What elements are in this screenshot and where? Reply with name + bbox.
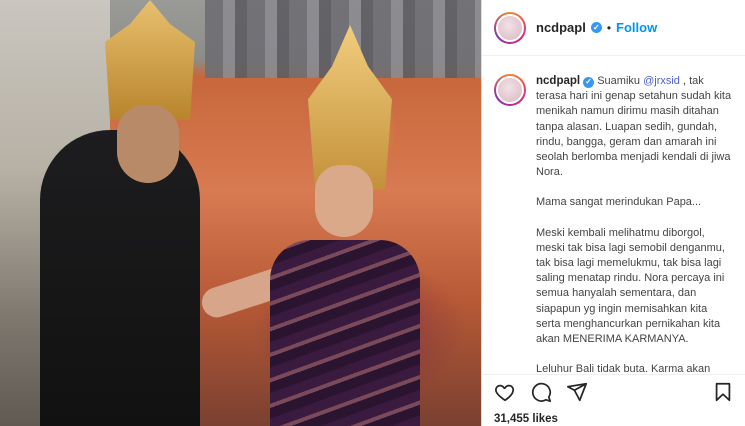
post-header: ncdpapl ✓ • Follow — [482, 0, 745, 56]
caption-text-1a: Suamiku — [594, 75, 644, 87]
post-actions: 31,455 likes — [482, 374, 745, 426]
caption-area: ncdpapl ✓ Suamiku @jrxsid , tak terasa h… — [482, 56, 745, 374]
caption-username[interactable]: ncdpapl — [536, 75, 580, 87]
caption-avatar[interactable] — [494, 74, 526, 106]
avatar[interactable] — [494, 11, 526, 44]
share-icon[interactable] — [566, 381, 588, 403]
caption-text-1b: , tak terasa hari ini genap setahun suda… — [536, 75, 732, 179]
photo-woman-dress — [270, 240, 420, 426]
avatar-image — [496, 13, 524, 42]
caption-text: ncdpapl ✓ Suamiku @jrxsid , tak terasa h… — [536, 74, 734, 374]
caption-verified-badge-icon: ✓ — [583, 76, 595, 88]
photo-man-crown — [105, 0, 195, 120]
post-photo[interactable] — [0, 0, 481, 426]
caption-paragraph-3: Meski kembali melihatmu diborgol, meski … — [536, 226, 725, 346]
caption-mention-link[interactable]: @jrxsid — [643, 75, 680, 87]
post-side-panel: ncdpapl ✓ • Follow ncdpapl ✓ Suamiku @jr… — [481, 0, 745, 426]
caption-avatar-image — [496, 76, 524, 104]
comment-icon[interactable] — [530, 381, 552, 403]
separator-dot: • — [606, 20, 612, 35]
header-username[interactable]: ncdpapl — [536, 20, 586, 35]
verified-badge-icon: ✓ — [590, 22, 602, 33]
photo-man-face — [117, 105, 179, 183]
photo-man-figure — [40, 130, 200, 426]
caption-paragraph-1: ncdpapl ✓ Suamiku @jrxsid , tak terasa h… — [536, 74, 734, 180]
bookmark-icon[interactable] — [712, 381, 734, 403]
action-icons-row — [494, 381, 734, 403]
heart-icon[interactable] — [494, 381, 516, 403]
follow-button[interactable]: Follow — [616, 20, 657, 35]
caption-paragraph-4: Leluhur Bali tidak buta. Karma akan — [536, 363, 711, 374]
caption-paragraph-2: Mama sangat merindukan Papa... — [536, 196, 702, 209]
photo-woman-face — [315, 165, 373, 237]
like-count[interactable]: 31,455 likes — [494, 413, 734, 425]
